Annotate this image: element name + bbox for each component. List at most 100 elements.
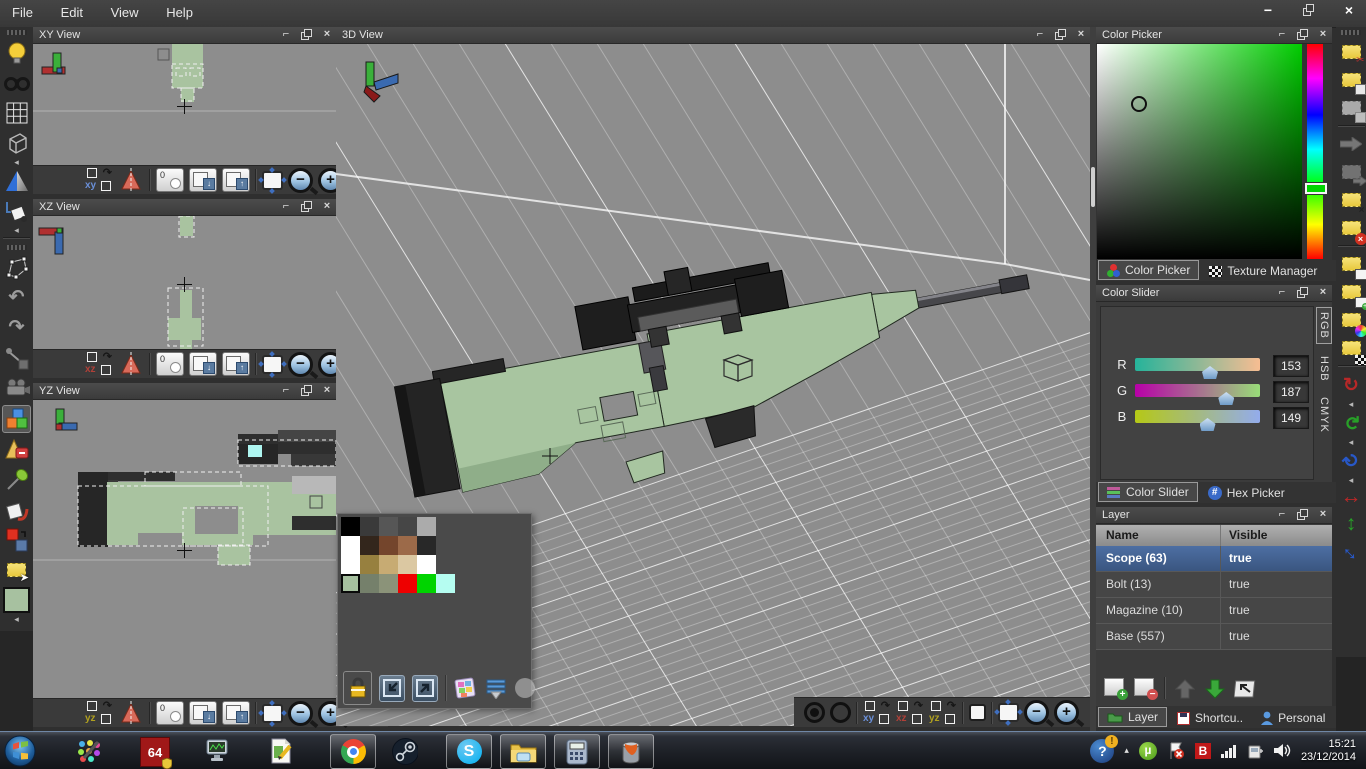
close-button[interactable]: × <box>1340 2 1358 18</box>
zoom-out-button[interactable]: − <box>288 701 313 726</box>
center-view-button[interactable] <box>998 703 1019 722</box>
zoom-out-button[interactable]: − <box>288 168 313 193</box>
zoom-out-button[interactable]: − <box>288 352 313 377</box>
zoom-out-button[interactable]: − <box>1024 700 1049 725</box>
tray-clock[interactable]: 15:21 23/12/2014 <box>1301 738 1356 764</box>
palette-swatch[interactable] <box>379 517 398 536</box>
add-layer-button[interactable]: + <box>1102 678 1126 698</box>
layer-down-button[interactable]: ↓ <box>189 352 217 376</box>
hue-marker[interactable] <box>1305 183 1327 194</box>
shading-button[interactable] <box>3 168 30 194</box>
move-layer-down-button[interactable] <box>1204 678 1228 698</box>
mirror-x-button[interactable]: ↔ <box>1338 486 1365 508</box>
tab-texture-manager[interactable]: Texture Manager <box>1201 262 1325 280</box>
tab-shortcut-manager[interactable]: Shortcu.. <box>1169 709 1251 727</box>
pin-panel-icon[interactable]: ⌐ <box>1276 28 1288 41</box>
select-tool-button[interactable]: ➤ <box>3 557 30 583</box>
layer-down-button[interactable]: ↓ <box>189 701 217 725</box>
taskbar-calculator-button[interactable] <box>554 734 600 769</box>
hue-bar[interactable] <box>1307 44 1323 259</box>
minimize-button[interactable]: − <box>1259 2 1277 18</box>
rotate-view-button[interactable] <box>118 701 144 725</box>
tray-removable-icon[interactable] <box>1248 743 1264 759</box>
sort-palette-button[interactable] <box>485 677 507 699</box>
collapse-arrow[interactable]: ◂ <box>14 615 19 623</box>
taskbar-paintnet-icon[interactable] <box>76 738 102 764</box>
palette-colors-button[interactable] <box>454 676 478 700</box>
tray-volume-icon[interactable] <box>1274 743 1291 758</box>
detach-panel-icon[interactable] <box>301 29 312 40</box>
cut-selection-button[interactable]: ✂ <box>1338 40 1365 64</box>
layer-up-button[interactable]: ↑ <box>222 168 250 192</box>
wireframe-toggle-button[interactable] <box>3 130 30 156</box>
menu-edit[interactable]: Edit <box>49 0 95 25</box>
tray-expand-icon[interactable]: ▴ <box>1124 745 1129 756</box>
palette-swatch[interactable] <box>398 517 417 536</box>
pin-panel-icon[interactable]: ⌐ <box>280 384 292 397</box>
tray-actioncenter-icon[interactable] <box>1167 742 1185 760</box>
layer-visible[interactable]: true <box>1221 624 1250 649</box>
rotate-view-button[interactable] <box>118 352 144 376</box>
blue-value[interactable]: 149 <box>1273 407 1309 429</box>
palette-swatch[interactable] <box>398 536 417 555</box>
deselect-button[interactable]: × <box>1338 188 1365 212</box>
layer-row-scope[interactable]: Scope (63) true <box>1096 546 1332 572</box>
color-marker[interactable] <box>1131 96 1147 112</box>
yz-view-header[interactable]: YZ View ⌐ × <box>33 383 336 400</box>
fill-mode-button[interactable] <box>3 198 30 224</box>
erase-tool-button[interactable] <box>3 437 30 463</box>
layer-header[interactable]: Layer ⌐ × <box>1096 507 1332 524</box>
red-slider[interactable] <box>1135 358 1260 371</box>
pin-panel-icon[interactable]: ⌐ <box>1276 508 1288 521</box>
layer-zero-button[interactable]: 0 <box>156 168 184 192</box>
layer-visible[interactable]: true <box>1221 572 1250 597</box>
green-slider[interactable] <box>1135 384 1260 397</box>
taskbar-sysmonitor-icon[interactable] <box>205 738 231 764</box>
green-slider-thumb[interactable] <box>1218 392 1234 405</box>
duplicate-selection-button[interactable] <box>1338 160 1365 184</box>
camera-button[interactable] <box>3 375 30 401</box>
palette-swatch[interactable] <box>417 555 436 574</box>
palette-swatch[interactable] <box>436 574 455 593</box>
xy-swap-button[interactable]: ↷ xy <box>85 168 113 192</box>
layer-row-base[interactable]: Base (557) true <box>1096 624 1332 650</box>
grid-toggle-button[interactable] <box>3 100 30 126</box>
tab-rgb[interactable]: RGB <box>1316 307 1332 344</box>
close-panel-icon[interactable]: × <box>321 384 333 397</box>
import-palette-button[interactable] <box>379 675 405 702</box>
color-slider-header[interactable]: Color Slider ⌐ × <box>1096 285 1332 302</box>
xy-view-header[interactable]: XY View ⌐ × <box>33 27 336 44</box>
layer-zero-button[interactable]: 0 <box>156 352 184 376</box>
yz-view-canvas[interactable] <box>33 400 336 698</box>
current-color-swatch[interactable] <box>3 587 30 613</box>
pin-panel-icon[interactable]: ⌐ <box>280 200 292 213</box>
palette-swatch[interactable] <box>360 555 379 574</box>
lock-palette-button[interactable] <box>343 671 372 705</box>
detach-panel-icon[interactable] <box>1297 29 1308 40</box>
detach-panel-icon[interactable] <box>1297 509 1308 520</box>
xz-swap-button[interactable]: ↷ xz <box>85 352 113 376</box>
xy-swap-button[interactable]: ↷ xy <box>863 701 891 725</box>
rotate-view-button[interactable] <box>118 168 144 192</box>
palette-swatch[interactable] <box>341 574 360 593</box>
tab-color-slider[interactable]: Color Slider <box>1098 482 1198 502</box>
pin-panel-icon[interactable]: ⌐ <box>280 28 292 41</box>
zoom-in-button[interactable]: + <box>1054 700 1079 725</box>
xy-view-canvas[interactable] <box>33 44 336 165</box>
close-panel-icon[interactable]: × <box>321 28 333 41</box>
layer-down-button[interactable]: ↓ <box>189 168 217 192</box>
mirror-y-button[interactable]: ↕ <box>1338 512 1365 536</box>
taskbar-chrome-button[interactable] <box>330 734 376 769</box>
detach-panel-icon[interactable] <box>1297 287 1308 298</box>
saturation-value-field[interactable] <box>1097 44 1302 259</box>
undo-button[interactable]: ↶ <box>3 285 30 311</box>
xz-view-header[interactable]: XZ View ⌐ × <box>33 199 336 216</box>
color-picker-header[interactable]: Color Picker ⌐ × <box>1096 27 1332 44</box>
fill-selection-button[interactable] <box>1338 252 1365 276</box>
tab-personal[interactable]: Personal <box>1253 709 1333 727</box>
texture-selection-button[interactable] <box>1338 336 1365 360</box>
layer-row-magazine[interactable]: Magazine (10) true <box>1096 598 1332 624</box>
remove-layer-button[interactable]: − <box>1132 678 1156 698</box>
move-layer-up-button[interactable] <box>1174 678 1198 698</box>
layer-visible[interactable]: true <box>1221 546 1252 571</box>
